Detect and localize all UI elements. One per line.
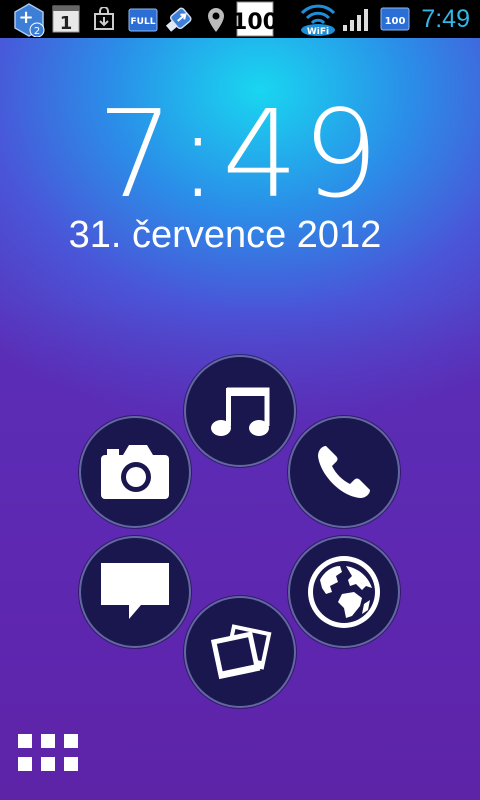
camera-shortcut[interactable] bbox=[79, 416, 191, 528]
grid-cell bbox=[41, 734, 55, 748]
phone-icon bbox=[318, 446, 370, 498]
google-plus-icon: + 2 bbox=[12, 3, 46, 41]
phone-shortcut[interactable] bbox=[288, 416, 400, 528]
download-icon bbox=[92, 6, 116, 35]
music-note-icon bbox=[211, 387, 270, 436]
location-icon bbox=[206, 7, 226, 37]
signal-icon bbox=[342, 8, 372, 36]
calendar-day: 1 bbox=[60, 13, 73, 33]
grid-cell bbox=[64, 757, 78, 771]
gallery-shortcut[interactable] bbox=[184, 596, 296, 708]
camera-icon bbox=[101, 445, 169, 499]
notification-count: 2 bbox=[34, 26, 40, 37]
calendar-icon: 1 bbox=[52, 5, 80, 37]
message-bubble-icon bbox=[101, 563, 169, 619]
app-drawer-button[interactable] bbox=[18, 734, 78, 772]
messaging-shortcut[interactable] bbox=[79, 536, 191, 648]
battery-icon: 100 bbox=[380, 6, 410, 36]
wifi-label: WiFi bbox=[307, 27, 329, 37]
lockscreen-clock: 7:49 bbox=[97, 86, 383, 225]
grid-cell bbox=[64, 734, 78, 748]
battery-full-label: FULL bbox=[131, 17, 156, 27]
globe-icon bbox=[308, 556, 380, 628]
music-shortcut[interactable] bbox=[184, 355, 296, 467]
battery-level: 100 bbox=[385, 16, 406, 27]
status-bar: + 2 1 FULL 100 WiFi 100 7:49 bbox=[0, 0, 480, 38]
grid-cell bbox=[41, 757, 55, 771]
battery-full-icon: FULL bbox=[128, 7, 158, 37]
svg-text:+: + bbox=[18, 7, 33, 28]
status-time: 7:49 bbox=[421, 5, 470, 33]
photos-icon bbox=[210, 624, 272, 680]
grid-cell bbox=[18, 734, 32, 748]
grid-cell bbox=[18, 757, 32, 771]
badge-value: 100 bbox=[236, 10, 274, 35]
usb-icon bbox=[163, 2, 197, 40]
battery-percent-badge: 100 bbox=[232, 1, 278, 41]
wifi-icon: WiFi bbox=[298, 1, 338, 41]
browser-shortcut[interactable] bbox=[288, 536, 400, 648]
lockscreen-date: 31. července 2012 bbox=[68, 214, 382, 256]
